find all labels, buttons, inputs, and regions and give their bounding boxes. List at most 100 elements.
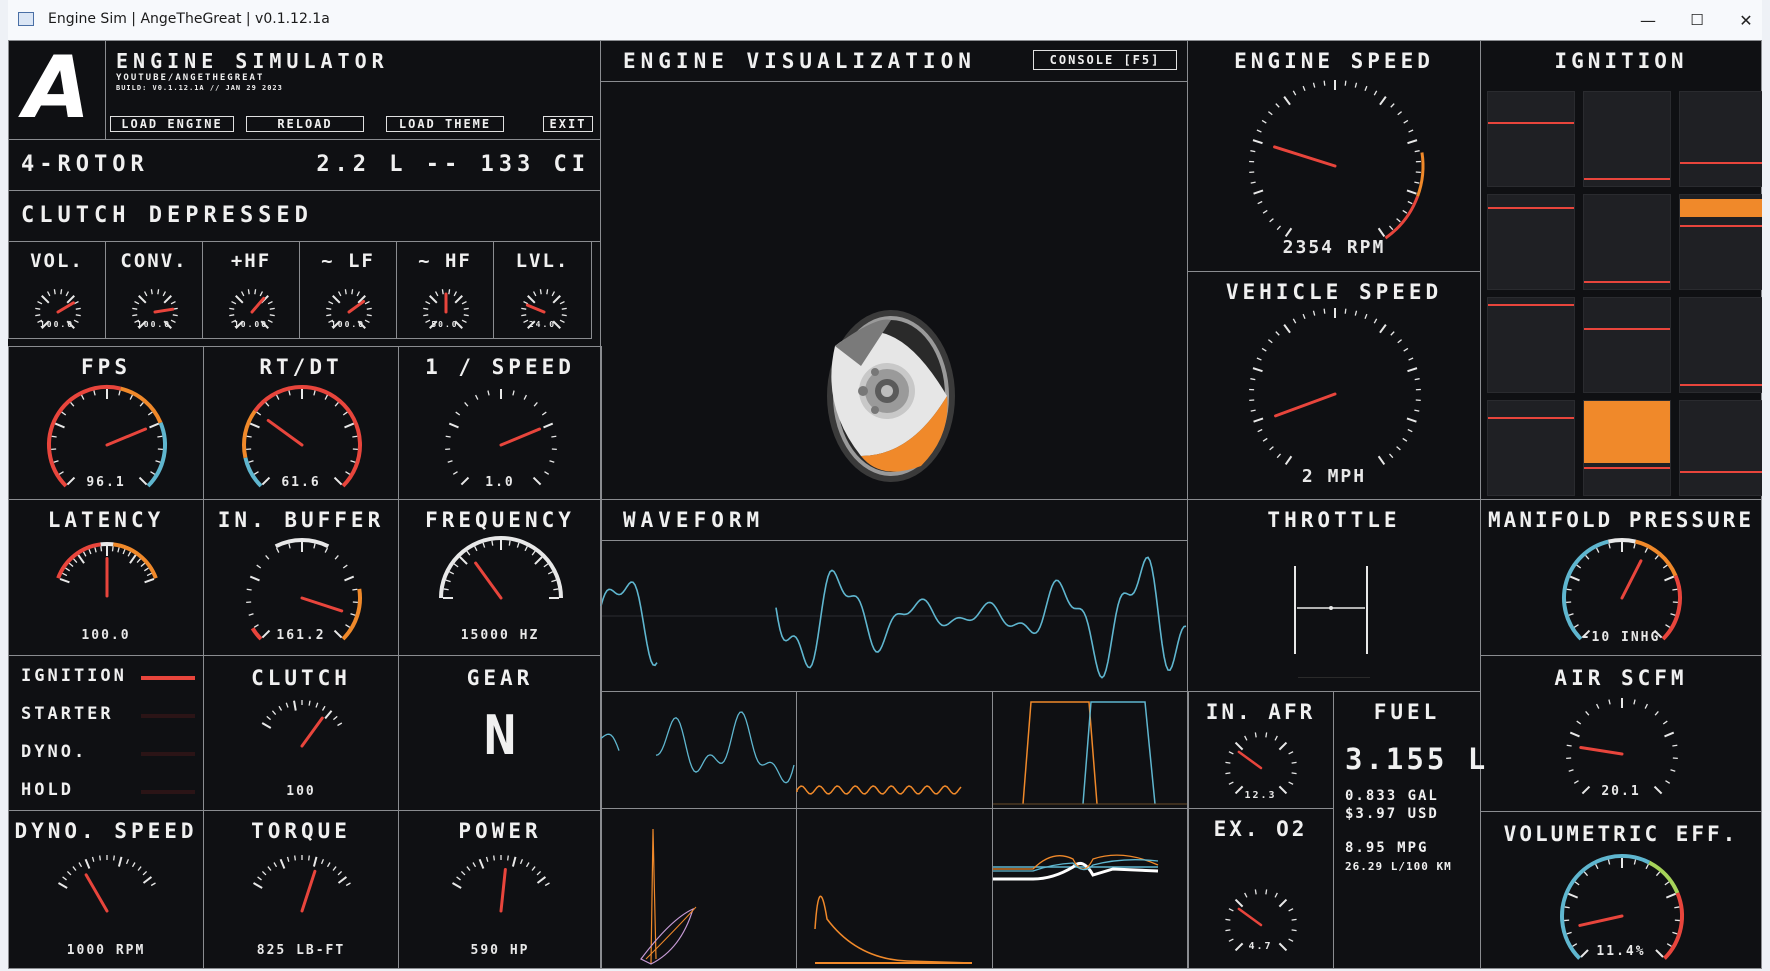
vehicle-speed-dial — [1249, 308, 1421, 466]
small-gauge-2-panel: CONV. 100.0 — [105, 241, 203, 339]
manifold-dial — [1562, 538, 1682, 641]
indicator-panel: IGNITION STARTER DYNO. HOLD — [8, 655, 204, 811]
clutch-needle — [300, 716, 324, 748]
reload-button[interactable]: RELOAD — [246, 116, 364, 132]
app-icon — [18, 12, 34, 26]
fps-gauge-label: FPS — [81, 355, 131, 379]
ripple-plot — [796, 691, 993, 809]
ex-o2-dial — [1225, 889, 1297, 952]
channel-text: YOUTUBE/ANGETHEGREAT — [116, 73, 265, 83]
fuel-mpg: 8.95 MPG — [1345, 840, 1429, 856]
ignition-cell — [1487, 194, 1575, 290]
ignition-cell — [1583, 297, 1671, 393]
indicator-light — [141, 676, 195, 680]
decay-plot — [796, 808, 993, 969]
latency-gauge-value: 100.0 — [81, 628, 131, 643]
engine-sim-app: A ENGINE SIMULATOR YOUTUBE/ANGETHEGREAT … — [8, 40, 1762, 969]
fuel-title: FUEL — [1373, 700, 1441, 724]
torque-gauge-value: 825 LB-FT — [256, 943, 346, 958]
fps-gauge-needle — [105, 427, 148, 447]
manifold-pressure-panel: MANIFOLD PRESSURE -10 INHG — [1480, 499, 1762, 656]
indicator-light — [141, 790, 195, 794]
throttle-indicator — [1294, 566, 1368, 654]
in-buffer-gauge-needle — [300, 596, 344, 613]
logo-box: A — [8, 40, 106, 140]
vehicle-speed-panel: VEHICLE SPEED 2 MPH — [1187, 271, 1481, 500]
load-engine-button[interactable]: LOAD ENGINE — [110, 116, 234, 132]
fuel-cost: $3.97 USD — [1345, 806, 1439, 822]
exit-button[interactable]: EXIT — [543, 116, 593, 132]
small-gauge-2-needle — [153, 307, 175, 314]
rtdt-gauge-panel: RT/DT 61.6 — [203, 346, 399, 500]
minimize-button[interactable]: — — [1623, 4, 1673, 36]
air-scfm-panel: AIR SCFM 20.1 — [1480, 655, 1762, 812]
fuel-panel: FUEL 3.155 L 0.833 GAL $3.97 USD 8.95 MP… — [1333, 691, 1485, 969]
power-gauge-label: POWER — [458, 819, 542, 843]
power-gauge-needle — [499, 867, 507, 913]
small-gauge-1-needle — [56, 301, 75, 314]
ex-o2-needle — [1237, 907, 1263, 927]
small-gauge-4-dial — [326, 289, 372, 329]
console-button[interactable]: CONSOLE [F5] — [1033, 50, 1177, 70]
engine-info: 4-ROTOR 2.2 L -- 133 CI — [8, 139, 601, 191]
small-gauge-5-label: ~ HF — [418, 250, 472, 272]
vol-eff-needle — [1578, 914, 1624, 927]
maximize-button[interactable]: ☐ — [1672, 4, 1722, 36]
rtdt-gauge-label: RT/DT — [259, 355, 343, 379]
engine-name: 4-ROTOR — [21, 152, 149, 177]
dyno-speed-gauge-needle — [84, 873, 109, 913]
engine-visualization-panel: ENGINE VISUALIZATION CONSOLE [F5] — [600, 40, 1188, 500]
speed-inverse-gauge-dial — [445, 389, 557, 486]
ignition-cell — [1679, 297, 1762, 393]
indicator-ignition: IGNITION — [21, 666, 197, 690]
air-scfm-needle — [1579, 745, 1624, 756]
gear-value: N — [483, 704, 517, 767]
speed-inverse-gauge-value: 1.0 — [485, 475, 515, 490]
ignition-cell — [1583, 194, 1671, 290]
close-button[interactable]: ✕ — [1721, 4, 1770, 36]
speed-inverse-gauge-label: 1 / SPEED — [425, 355, 575, 379]
ignition-cell — [1487, 297, 1575, 393]
small-gauge-4-needle — [347, 299, 366, 314]
clutch-status-panel: CLUTCH DEPRESSED — [8, 190, 601, 242]
small-gauge-6-dial — [520, 289, 567, 329]
gear-panel: GEAR N — [398, 655, 602, 811]
dyno-speed-gauge-value: 1000 RPM — [66, 943, 146, 958]
pv-diagram-svg — [640, 828, 697, 965]
in-afr-needle — [1237, 750, 1263, 770]
speed-inverse-gauge-needle — [499, 427, 542, 447]
ex-o2-title: EX. O2 — [1213, 817, 1308, 841]
manifold-title: MANIFOLD PRESSURE — [1488, 508, 1754, 532]
audio-wave-line — [600, 711, 795, 784]
load-theme-button[interactable]: LOAD THEME — [386, 116, 504, 132]
in-buffer-gauge-label: IN. BUFFER — [217, 508, 385, 532]
decay-plot-svg — [814, 895, 973, 964]
throttle-panel: THROTTLE — [1187, 499, 1481, 692]
fps-gauge-panel: FPS 96.1 — [8, 346, 204, 500]
frequency-gauge-dial — [439, 536, 563, 600]
window-titlebar: Engine Sim | AngeTheGreat | v0.1.12.1a —… — [8, 0, 1762, 41]
ignition-cell — [1679, 400, 1762, 496]
air-scfm-dial — [1566, 698, 1678, 795]
small-gauge-4-label: ~ LF — [321, 250, 375, 272]
ignition-cell — [1583, 400, 1671, 496]
visualization-title: ENGINE VISUALIZATION — [623, 49, 976, 73]
ignition-cell — [1583, 91, 1671, 187]
small-gauge-3-label: +HF — [230, 250, 272, 272]
manifold-needle — [1620, 559, 1643, 600]
small-gauge-5-value: 50.0 — [431, 320, 459, 329]
frequency-gauge-panel: FREQUENCY 15000 HZ — [398, 499, 602, 656]
rotor-graphic — [827, 310, 955, 482]
indicator-label: HOLD — [21, 780, 74, 800]
fuel-liters: 3.155 L — [1345, 742, 1489, 776]
engine-speed-dial — [1249, 80, 1425, 240]
engine-speed-needle — [1273, 145, 1337, 168]
dyno-speed-gauge-panel: DYNO. SPEED 1000 RPM — [8, 810, 204, 969]
small-gauge-1-dial — [35, 289, 81, 329]
small-gauge-6-label: LVL. — [515, 250, 570, 272]
frequency-gauge-needle — [474, 561, 503, 600]
power-gauge-value: 590 HP — [470, 943, 530, 958]
in-afr-dial — [1225, 732, 1297, 795]
engine-displacement: 2.2 L -- 133 CI — [316, 152, 590, 177]
volumetric-eff-title: VOLUMETRIC EFF. — [1503, 822, 1739, 846]
